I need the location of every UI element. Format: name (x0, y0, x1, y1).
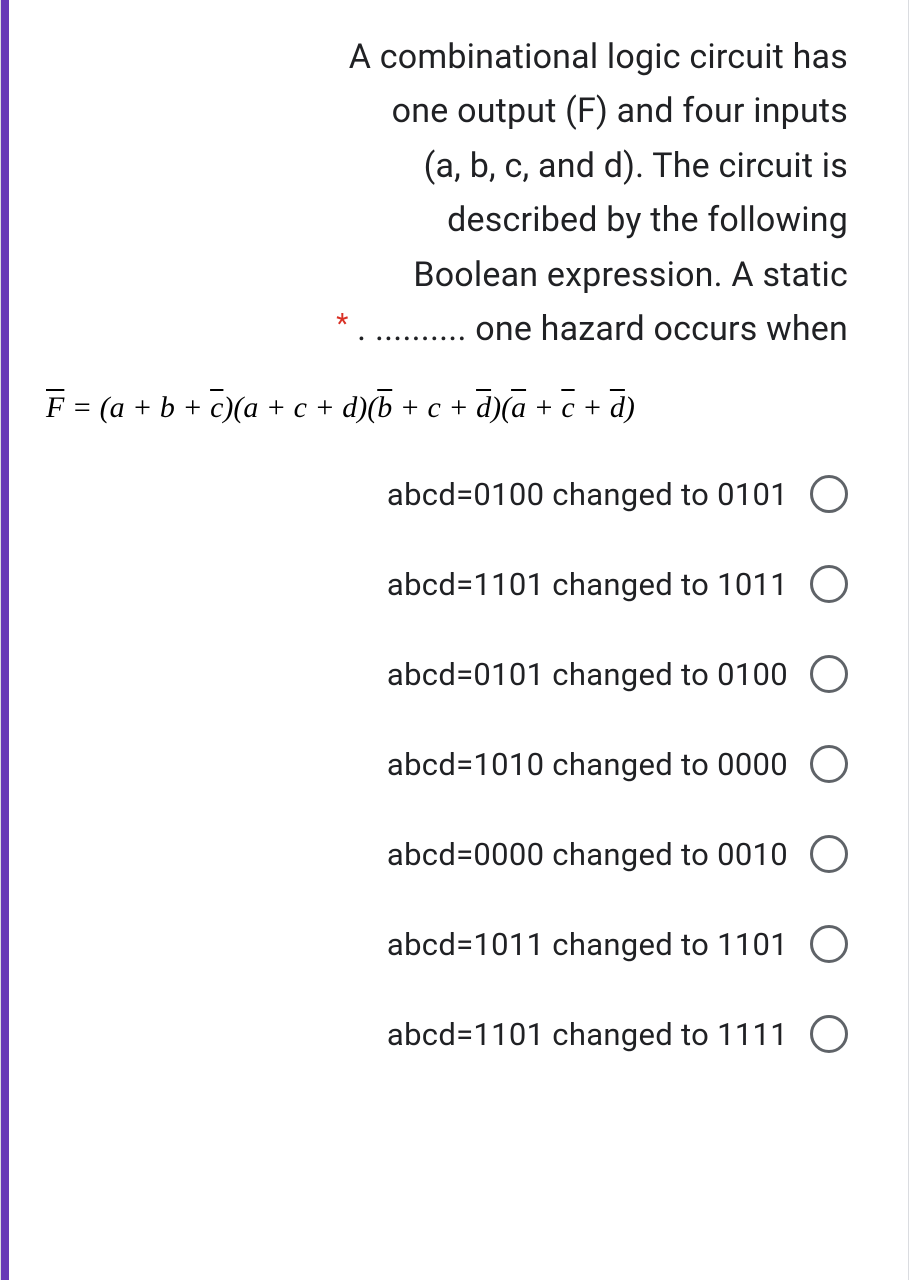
t1a: a (110, 391, 125, 424)
question-card: A combinational logic circuit has one ou… (0, 0, 909, 1280)
option-label: abcd=0101 changed to 0100 (387, 656, 788, 693)
radio-icon[interactable] (810, 745, 848, 783)
t1c-bar: c (210, 391, 223, 424)
t2a: a (243, 391, 258, 424)
p3c: ) (491, 391, 501, 424)
p1c: ) (223, 391, 233, 424)
t1p2: + (175, 391, 210, 424)
t2p2: + (307, 391, 342, 424)
radio-icon[interactable] (810, 475, 848, 513)
radio-icon[interactable] (810, 565, 848, 603)
t4c-bar: c (561, 391, 574, 424)
option-row[interactable]: abcd=0100 changed to 0101 (191, 475, 848, 513)
p2c: ) (357, 391, 367, 424)
accent-border (1, 0, 9, 1280)
t3c: c (427, 391, 440, 424)
t1b: b (160, 391, 175, 424)
option-row[interactable]: abcd=1010 changed to 0000 (191, 745, 848, 783)
question-text: A combinational logic circuit has one ou… (41, 30, 868, 356)
radio-icon[interactable] (810, 655, 848, 693)
radio-icon[interactable] (810, 835, 848, 873)
radio-icon[interactable] (810, 1015, 848, 1053)
option-label: abcd=1101 changed to 1111 (387, 1016, 788, 1053)
t4d-bar: d (610, 391, 625, 424)
option-row[interactable]: abcd=0101 changed to 0100 (191, 655, 848, 693)
option-row[interactable]: abcd=0000 changed to 0010 (191, 835, 848, 873)
t4a-bar: a (511, 391, 526, 424)
q-line-4: described by the following (447, 200, 848, 240)
option-label: abcd=1101 changed to 1011 (387, 566, 788, 603)
option-row[interactable]: abcd=1101 changed to 1111 (191, 1015, 848, 1053)
f-bar: F (46, 391, 64, 424)
t3d-bar: d (476, 391, 491, 424)
t2d: d (342, 391, 357, 424)
option-label: abcd=1010 changed to 0000 (387, 746, 788, 783)
t1p1: + (125, 391, 160, 424)
boolean-formula: F = (a + b + c)(a + c + d)(b + c + d)(a … (41, 391, 868, 425)
p4o: ( (501, 391, 511, 424)
option-label: abcd=0100 changed to 0101 (387, 476, 788, 513)
p1o: ( (100, 391, 110, 424)
t2p1: + (258, 391, 293, 424)
p3o: ( (367, 391, 377, 424)
q-line-5: Boolean expression. A static (413, 255, 848, 295)
t2c: c (294, 391, 307, 424)
t3b-bar: b (377, 391, 392, 424)
t4p2: + (575, 391, 610, 424)
q-line-3: (a, b, c, and d). The circuit is (424, 146, 848, 186)
eq: = (64, 391, 99, 424)
t3p1: + (392, 391, 427, 424)
required-star: * (336, 307, 348, 340)
option-row[interactable]: abcd=1101 changed to 1011 (191, 565, 848, 603)
t3p2: + (441, 391, 476, 424)
q-line-1: A combinational logic circuit has (349, 37, 848, 77)
p2o: ( (233, 391, 243, 424)
t4p1: + (526, 391, 561, 424)
q-line-6: . .......... one hazard occurs when (357, 309, 848, 349)
options-list: abcd=0100 changed to 0101 abcd=1101 chan… (41, 475, 868, 1053)
option-label: abcd=0000 changed to 0010 (387, 836, 788, 873)
option-label: abcd=1011 changed to 1101 (387, 926, 788, 963)
p4c: ) (625, 391, 635, 424)
q-line-2: one output (F) and four inputs (392, 91, 848, 131)
option-row[interactable]: abcd=1011 changed to 1101 (191, 925, 848, 963)
radio-icon[interactable] (810, 925, 848, 963)
